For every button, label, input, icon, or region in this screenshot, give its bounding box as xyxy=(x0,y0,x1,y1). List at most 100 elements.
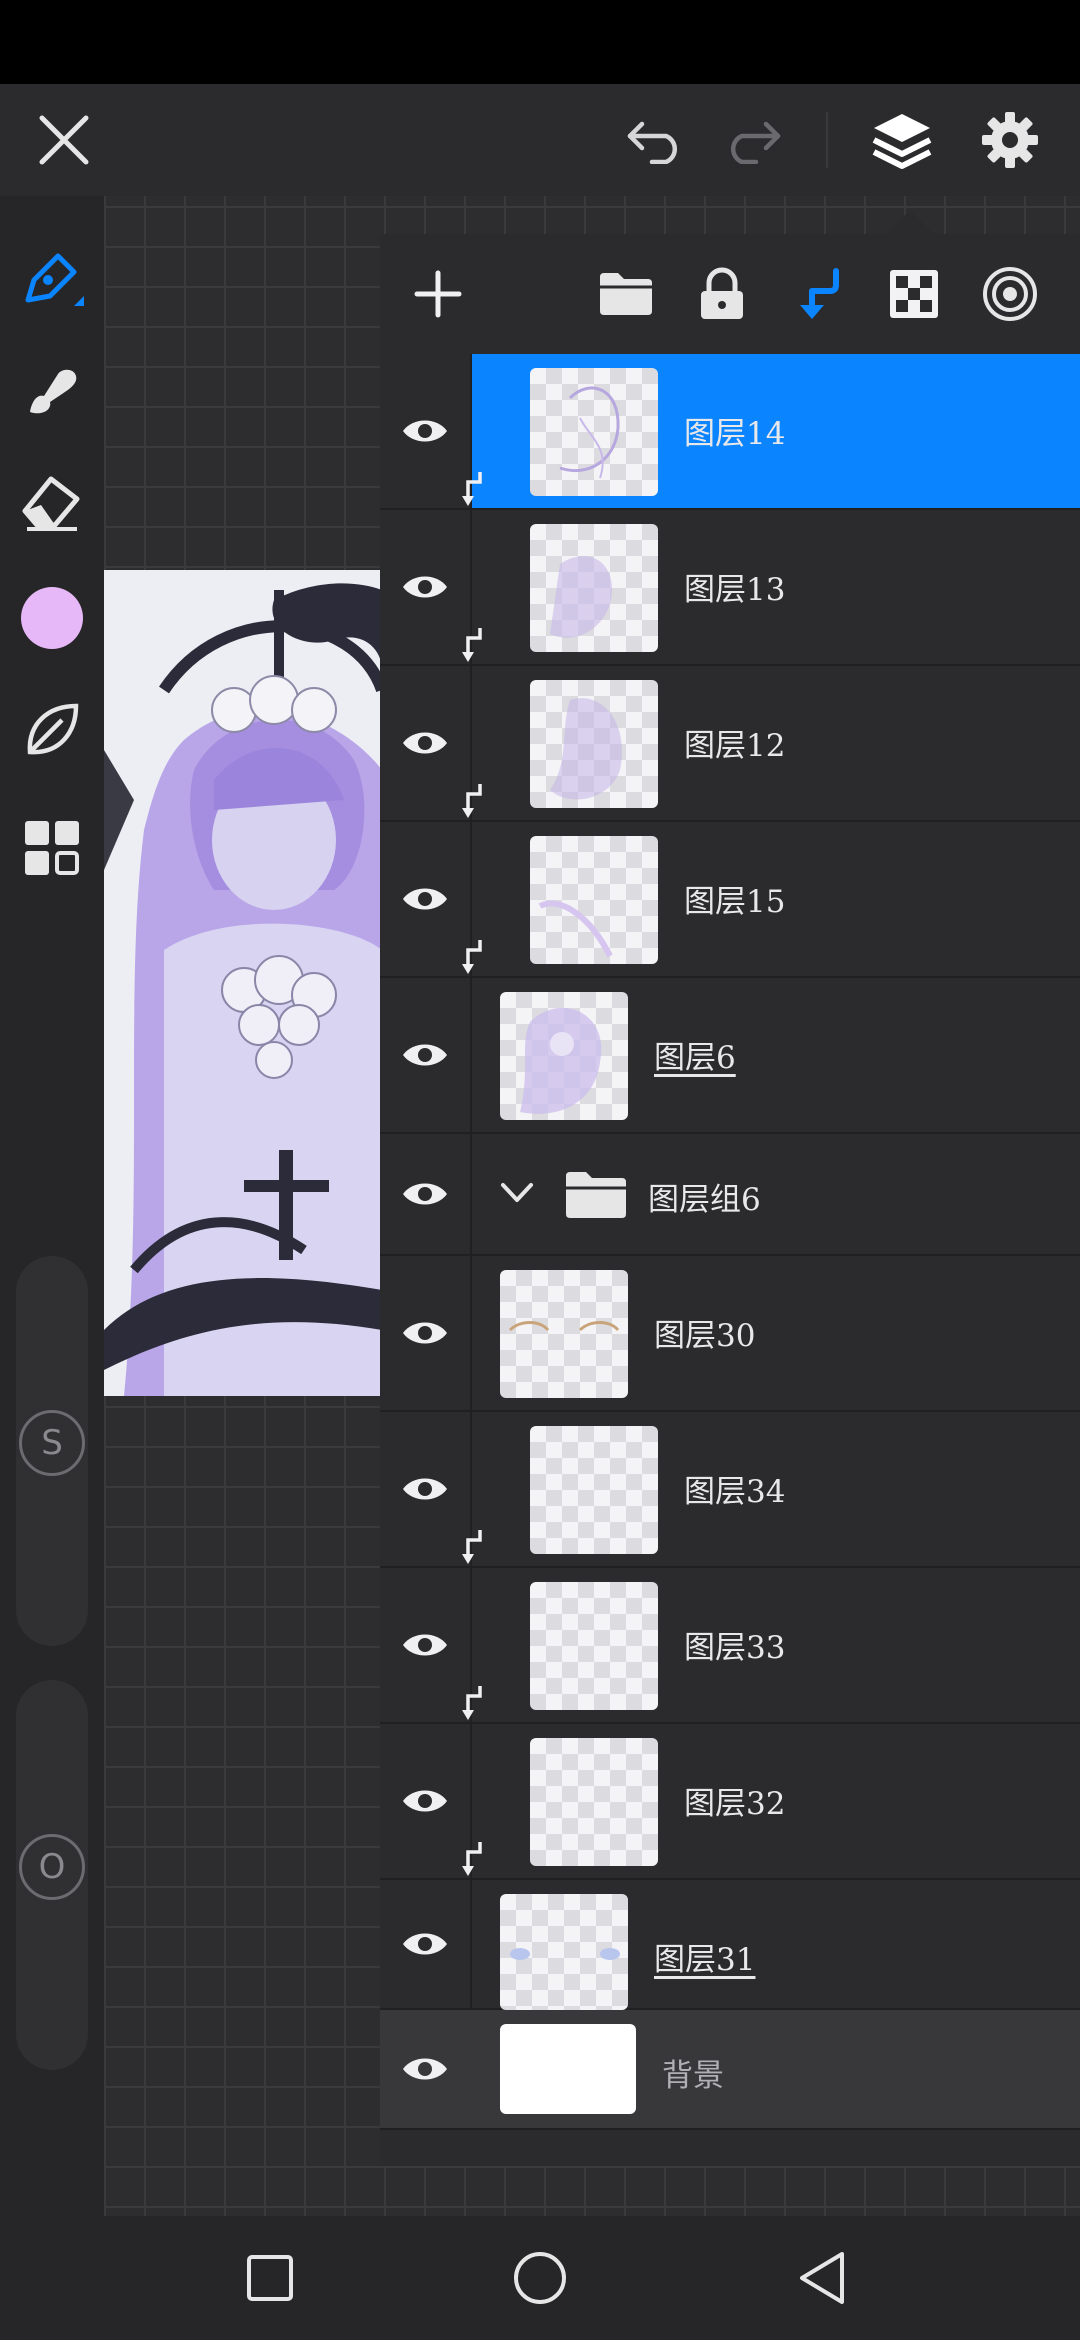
layer-thumbnail xyxy=(500,2024,636,2114)
opacity-slider-knob[interactable]: O xyxy=(19,1834,85,1900)
layers-icon xyxy=(872,114,932,169)
blend-icon xyxy=(983,267,1037,321)
pen-tool[interactable] xyxy=(12,238,92,318)
redo-button[interactable] xyxy=(704,84,800,196)
panel-pointer xyxy=(886,210,934,234)
clipping-mask-button[interactable] xyxy=(782,258,854,330)
layer-row-background[interactable]: 背景 xyxy=(380,2010,1080,2130)
eye-icon xyxy=(403,1634,447,1656)
opacity-slider[interactable]: O xyxy=(16,1680,88,2070)
clip-indicator-icon xyxy=(462,1842,482,1876)
layer-row-13[interactable]: 图层13 xyxy=(380,510,1080,666)
system-nav-bar xyxy=(0,2216,1080,2340)
layer-row-30[interactable]: 图层30 xyxy=(380,1256,1080,1412)
eye-icon xyxy=(403,1933,447,1955)
visibility-toggle[interactable] xyxy=(380,354,470,508)
clip-indicator-icon xyxy=(462,1530,482,1564)
layer-thumbnail xyxy=(500,1894,628,2010)
clip-icon xyxy=(800,268,839,319)
layer-row-32[interactable]: 图层32 xyxy=(380,1724,1080,1880)
visibility-toggle[interactable] xyxy=(380,510,470,664)
home-button[interactable] xyxy=(500,2238,580,2318)
grid-icon xyxy=(25,821,79,875)
layer-row-31[interactable]: 图层31 xyxy=(380,1880,1080,2010)
layer-thumbnail xyxy=(530,1582,658,1710)
layer-thumbnail xyxy=(530,524,658,652)
layer-name: 图层34 xyxy=(684,1474,786,1510)
layer-panel: 图层14 图层13 图层12 图层15 图层6 图层组6 图层30 图层34 图… xyxy=(380,234,1080,2166)
visibility-toggle[interactable] xyxy=(380,1880,470,2008)
layer-group-6[interactable]: 图层组6 xyxy=(380,1134,1080,1256)
layer-separator xyxy=(470,1880,472,2008)
size-slider[interactable]: S xyxy=(16,1256,88,1646)
layer-name: 图层14 xyxy=(684,416,786,452)
visibility-toggle[interactable] xyxy=(380,1256,470,1410)
layer-name: 图层6 xyxy=(654,1040,736,1076)
layer-thumbnail xyxy=(530,680,658,808)
layer-row-14[interactable]: 图层14 xyxy=(380,354,1080,510)
chevron-down-icon[interactable] xyxy=(500,1180,534,1206)
close-button[interactable] xyxy=(16,84,112,196)
smudge-tool[interactable] xyxy=(12,350,92,430)
status-bar xyxy=(0,0,1080,84)
blend-mode-button[interactable] xyxy=(974,258,1046,330)
color-swatch xyxy=(21,587,83,649)
back-button[interactable] xyxy=(782,2238,862,2318)
size-slider-knob[interactable]: S xyxy=(19,1410,85,1476)
pen-icon xyxy=(25,253,84,306)
layer-row-34[interactable]: 图层34 xyxy=(380,1412,1080,1568)
gallery-tool[interactable] xyxy=(12,808,92,888)
layer-row-15[interactable]: 图层15 xyxy=(380,822,1080,978)
layer-name: 图层15 xyxy=(684,884,786,920)
add-group-button[interactable] xyxy=(590,258,662,330)
smudge-icon xyxy=(30,369,77,414)
visibility-toggle[interactable] xyxy=(380,666,470,820)
alpha-lock-icon xyxy=(890,270,938,318)
add-layer-button[interactable] xyxy=(402,258,474,330)
color-picker[interactable] xyxy=(12,578,92,658)
clip-indicator-icon xyxy=(462,472,482,506)
eye-icon xyxy=(403,2058,447,2080)
visibility-toggle[interactable] xyxy=(380,978,470,1132)
clip-indicator-icon xyxy=(462,784,482,818)
visibility-toggle[interactable] xyxy=(380,1568,470,1722)
visibility-toggle[interactable] xyxy=(380,1412,470,1566)
eye-icon xyxy=(403,1183,447,1205)
lock-layer-button[interactable] xyxy=(686,258,758,330)
settings-button[interactable] xyxy=(962,84,1058,196)
undo-icon xyxy=(627,121,677,164)
close-icon xyxy=(39,115,89,165)
eye-icon xyxy=(403,1478,447,1500)
clip-indicator-icon xyxy=(462,940,482,974)
layer-panel-toolbar xyxy=(380,234,1080,354)
eye-icon xyxy=(403,1790,447,1812)
layer-row-33[interactable]: 图层33 xyxy=(380,1568,1080,1724)
visibility-toggle[interactable] xyxy=(380,822,470,976)
layer-name: 图层32 xyxy=(684,1786,786,1822)
layers-button[interactable] xyxy=(854,84,950,196)
visibility-toggle[interactable] xyxy=(380,1724,470,1878)
artwork-illustration xyxy=(104,570,382,1396)
visibility-toggle[interactable] xyxy=(380,2010,470,2128)
clip-indicator-icon xyxy=(462,1686,482,1720)
group-name: 图层组6 xyxy=(648,1182,761,1218)
alpha-lock-button[interactable] xyxy=(878,258,950,330)
folder-icon xyxy=(600,273,652,315)
visibility-toggle[interactable] xyxy=(380,1134,470,1254)
toolbar-divider xyxy=(826,112,828,168)
eraser-tool[interactable] xyxy=(12,462,92,542)
eye-icon xyxy=(403,888,447,910)
eraser-icon xyxy=(22,476,80,531)
layer-row-6[interactable]: 图层6 xyxy=(380,978,1080,1134)
recents-button[interactable] xyxy=(230,2238,310,2318)
back-icon xyxy=(800,2252,844,2304)
undo-button[interactable] xyxy=(608,84,704,196)
eye-icon xyxy=(403,1322,447,1344)
layer-name: 图层33 xyxy=(684,1630,786,1666)
layer-row-12[interactable]: 图层12 xyxy=(380,666,1080,822)
layer-name: 图层12 xyxy=(684,728,786,764)
folder-icon xyxy=(566,1172,626,1218)
layer-name: 图层31 xyxy=(654,1942,756,1978)
leaf-tool[interactable] xyxy=(12,690,92,770)
artwork-canvas[interactable] xyxy=(104,570,382,1396)
